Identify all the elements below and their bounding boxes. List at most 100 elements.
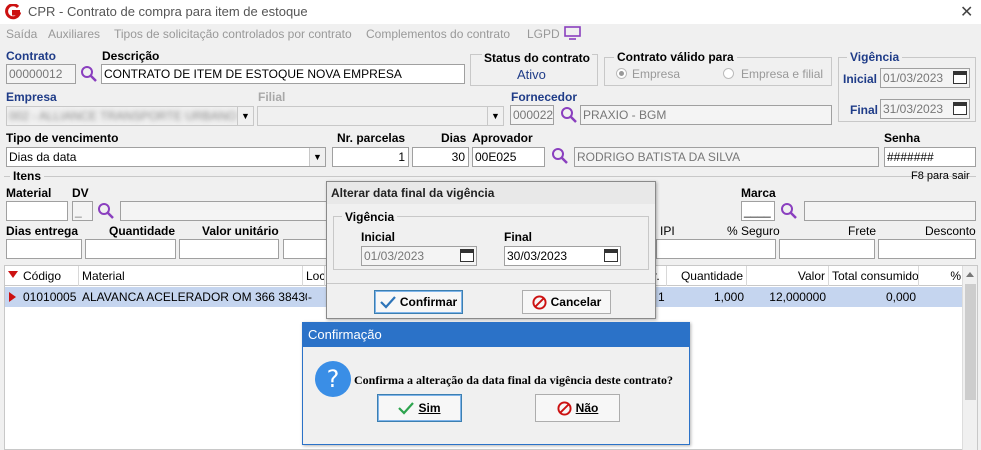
ipi-field[interactable] (656, 239, 776, 259)
material-label: Material (6, 186, 52, 200)
itens-extra-field[interactable] (283, 239, 331, 259)
marca-desc-field (804, 201, 976, 221)
senha-label: Senha (884, 131, 921, 145)
quantidade-field[interactable] (85, 239, 176, 259)
close-window-button[interactable]: ✕ (960, 2, 973, 22)
menu-auxiliares[interactable]: Auxiliares (48, 27, 100, 41)
dias-label: Dias (441, 131, 467, 145)
filial-dropdown-icon[interactable]: ▼ (487, 107, 503, 125)
fornecedor-code-field[interactable]: 000022 (510, 105, 554, 125)
ipi-label: IPI (660, 224, 675, 238)
search-marca-icon[interactable] (780, 202, 798, 220)
nao-label: Não (575, 401, 599, 415)
descricao-field[interactable]: CONTRATO DE ITEM DE ESTOQUE NOVA EMPRESA (101, 64, 465, 84)
cell-valor: 12,000000 (769, 290, 826, 304)
empresa-select[interactable]: 002 - ALLIANCE TRANSPORTE URBANO LTDA (6, 106, 254, 126)
col-percent[interactable]: % (919, 266, 965, 286)
radio-empresa[interactable] (616, 68, 627, 79)
f8-hint: F8 para sair (911, 170, 970, 182)
col-local[interactable]: Loca (303, 266, 325, 286)
filial-label: Filial (258, 90, 286, 104)
quantidade-label: Quantidade (109, 224, 176, 238)
title-bar: CPR - Contrato de compra para item de es… (0, 0, 981, 24)
dlg-inicial-label: Inicial (361, 230, 396, 244)
calendar-icon[interactable] (460, 249, 474, 262)
seguro-field[interactable] (779, 239, 875, 259)
confirmar-label: Confirmar (399, 295, 458, 309)
dlg-vigencia-label: Vigência (342, 210, 398, 224)
vigencia-final-label: Final (850, 103, 879, 117)
contrato-field[interactable]: 00000012 (6, 64, 76, 84)
valor-unitario-field[interactable] (179, 239, 279, 259)
cell-local: - (308, 290, 312, 304)
confirmacao-dialog: Confirmação ? Confirma a alteração da da… (302, 322, 690, 445)
cell-codigo: 01010005 (23, 290, 77, 304)
radio-empresa-filial-label: Empresa e filial (741, 67, 824, 81)
radio-empresa-label: Empresa (632, 67, 681, 81)
col-valor[interactable]: Valor (747, 266, 829, 286)
status-value: Ativo (517, 67, 546, 82)
nao-button[interactable]: Não (535, 394, 620, 422)
vigencia-inicial-label: Inicial (843, 72, 878, 86)
tipo-vencimento-select[interactable]: Dias da data (6, 147, 326, 167)
nr-parcelas-field[interactable]: 1 (332, 147, 409, 167)
dias-entrega-field[interactable] (6, 239, 82, 259)
search-aprovador-icon[interactable] (551, 147, 569, 165)
dv-field[interactable]: _ (72, 201, 93, 221)
desconto-label: Desconto (925, 224, 976, 238)
menu-saida[interactable]: Saída (6, 27, 37, 41)
confirmar-button[interactable]: Confirmar (374, 290, 463, 314)
aprovador-code-field[interactable]: 00E025 (472, 147, 545, 167)
scroll-up-icon[interactable] (966, 272, 974, 277)
question-icon: ? (315, 361, 351, 397)
col-quantidade[interactable]: Quantidade (667, 266, 747, 286)
cancel-icon (557, 400, 572, 416)
cancelar-label: Cancelar (550, 295, 602, 309)
col-material[interactable]: Material (79, 266, 303, 286)
menu-complementos[interactable]: Complementos do contrato (366, 27, 510, 41)
menu-tipos-solicitacao[interactable]: Tipos de solicitação controlados por con… (114, 27, 352, 41)
calendar-icon[interactable] (953, 71, 967, 84)
dias-field[interactable]: 30 (412, 147, 469, 167)
dlg-divider (327, 283, 655, 284)
aprovador-name-value: RODRIGO BATISTA DA SILVA (577, 150, 741, 164)
fornecedor-label: Fornecedor (511, 90, 578, 104)
sort-indicator-icon[interactable] (8, 271, 18, 278)
search-fornecedor-icon[interactable] (560, 106, 578, 124)
cancelar-button[interactable]: Cancelar (522, 290, 611, 314)
fornecedor-name-field: PRAXIO - BGM (580, 105, 832, 125)
scroll-thumb[interactable] (965, 284, 976, 400)
confirmacao-message: Confirma a alteração da data final da vi… (354, 373, 673, 387)
filial-select[interactable] (257, 106, 504, 126)
col-codigo[interactable]: Código (20, 266, 79, 286)
tipo-vencimento-label: Tipo de vencimento (6, 131, 119, 145)
status-label: Status do contrato (482, 51, 593, 65)
col-total-consumido[interactable]: Total consumido (829, 266, 919, 286)
valor-unitario-label: Valor unitário (202, 224, 279, 238)
monitor-icon[interactable] (564, 26, 581, 40)
empresa-dropdown-icon[interactable]: ▼ (237, 107, 253, 125)
valido-label: Contrato válido para (614, 50, 737, 64)
dv-label: DV (72, 186, 89, 200)
check-icon (398, 402, 415, 415)
alterar-vigencia-dialog: Alterar data final da vigência Vigência … (326, 181, 656, 319)
grid-scrollbar[interactable] (962, 266, 977, 450)
sim-button[interactable]: Sim (377, 394, 462, 422)
marca-label: Marca (741, 186, 776, 200)
search-material-icon[interactable] (97, 202, 115, 220)
search-contrato-icon[interactable] (80, 65, 98, 83)
check-icon (380, 296, 396, 309)
calendar-icon[interactable] (953, 102, 967, 115)
frete-field[interactable] (878, 239, 976, 259)
calendar-icon[interactable] (604, 249, 618, 262)
svg-text:?: ? (327, 365, 340, 393)
radio-empresa-filial[interactable] (723, 68, 734, 79)
empresa-value: 002 - ALLIANCE TRANSPORTE URBANO LTDA (9, 109, 254, 123)
senha-field[interactable]: ####### (884, 147, 976, 167)
aprovador-name-field: RODRIGO BATISTA DA SILVA (574, 147, 879, 167)
marca-field[interactable]: ____ (741, 201, 775, 221)
menu-lgpd[interactable]: LGPD (527, 27, 560, 41)
dias-entrega-label: Dias entrega (6, 224, 79, 238)
material-field[interactable] (6, 201, 68, 221)
tipo-vencimento-dropdown-icon[interactable]: ▼ (309, 148, 325, 166)
